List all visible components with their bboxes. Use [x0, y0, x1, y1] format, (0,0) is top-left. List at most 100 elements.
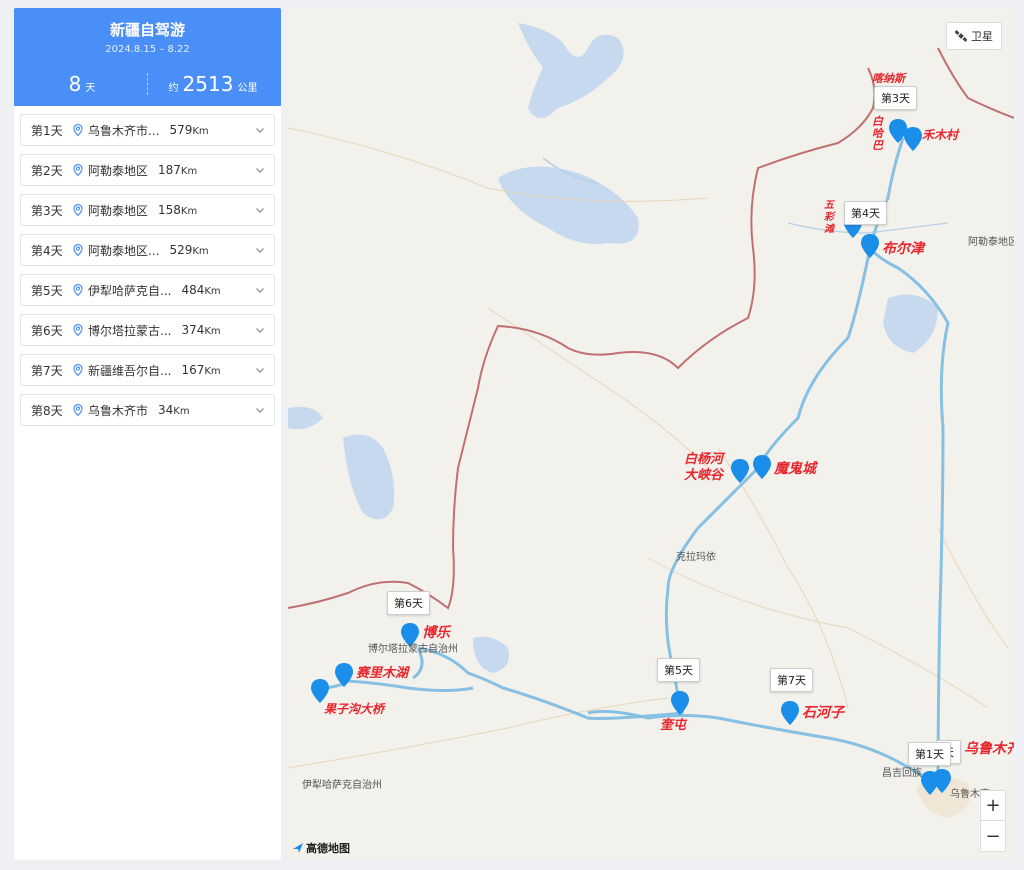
- day-place: 阿勒泰地区: [88, 203, 149, 218]
- day-item-1[interactable]: 第1天 乌鲁木齐市... 579Km: [20, 114, 275, 146]
- chevron-down-icon[interactable]: [254, 404, 266, 416]
- day-place: 乌鲁木齐市: [88, 403, 149, 418]
- day-tag-6[interactable]: 第6天: [387, 591, 430, 615]
- map-pin-urumqi-2[interactable]: [932, 768, 952, 794]
- hand-baihaba: 白哈巴: [872, 115, 883, 152]
- day-distance: 158Km: [158, 203, 197, 217]
- chevron-down-icon[interactable]: [254, 364, 266, 376]
- zoom-in-button[interactable]: +: [981, 791, 1005, 821]
- day-number: 第8天: [31, 403, 63, 418]
- lake-east: [883, 294, 938, 353]
- trip-distance-stat: 约 2513 公里: [148, 72, 278, 96]
- day-tag-3[interactable]: 第3天: [874, 86, 917, 110]
- day-tag-5[interactable]: 第5天: [657, 658, 700, 682]
- hand-guozigou: 果子沟大桥: [324, 702, 385, 716]
- day-distance: 34Km: [158, 403, 190, 417]
- hand-urumqi: 乌鲁木齐: [964, 741, 1014, 757]
- day-distance: 484Km: [181, 283, 220, 297]
- trip-days-unit: 天: [85, 83, 96, 94]
- hand-ghostcity: 魔鬼城: [774, 461, 816, 477]
- trip-distance-prefix: 约: [168, 83, 179, 94]
- location-pin-icon: [73, 163, 83, 177]
- day-distance: 187Km: [158, 163, 197, 177]
- trip-distance-unit: 公里: [237, 83, 258, 94]
- day-place: 伊犁哈萨克自...: [88, 283, 172, 298]
- location-pin-icon: [73, 123, 83, 137]
- app-root: 新疆自驾游 2024.8.15 – 8.22 8 天 约 2513 公里 第1天…: [0, 0, 1024, 870]
- map-pin-shihezi[interactable]: [780, 700, 800, 726]
- day-distance-unit: Km: [180, 166, 198, 177]
- day-distance-unit: Km: [204, 366, 221, 377]
- day-item-8[interactable]: 第8天 乌鲁木齐市 34Km: [20, 394, 275, 426]
- day-tag-1[interactable]: 第1天: [908, 742, 951, 766]
- satellite-toggle-button[interactable]: 卫星: [946, 22, 1002, 50]
- hand-hemu: 禾木村: [922, 128, 959, 142]
- day-distance-unit: Km: [173, 406, 190, 417]
- location-pin-icon: [73, 243, 83, 257]
- trip-days-stat: 8 天: [17, 72, 147, 96]
- day-number: 第4天: [31, 243, 63, 258]
- trip-days-number: 8: [68, 72, 82, 96]
- day-distance-unit: Km: [192, 126, 209, 137]
- day-distance-value: 529: [169, 243, 193, 257]
- map-pin-ghostcity[interactable]: [752, 454, 772, 480]
- place-label-bortala: 博尔塔拉蒙古自治州: [368, 644, 458, 655]
- day-item-4[interactable]: 第4天 阿勒泰地区... 529Km: [20, 234, 275, 266]
- trip-stats: 8 天 约 2513 公里: [14, 69, 281, 99]
- day-place: 新疆维吾尔自...: [88, 363, 172, 378]
- day-distance-value: 187: [158, 163, 181, 177]
- lake-ulungur: [498, 166, 639, 244]
- day-distance-value: 34: [158, 403, 174, 417]
- day-number: 第6天: [31, 323, 63, 338]
- location-pin-icon: [73, 283, 83, 297]
- day-list: 第1天 乌鲁木齐市... 579Km 第2天 阿勒泰地区 187Km 第3天 阿勒泰地区 158…: [14, 106, 281, 426]
- day-item-5[interactable]: 第5天 伊犁哈萨克自... 484Km: [20, 274, 275, 306]
- zoom-controls: + −: [980, 790, 1006, 852]
- location-pin-icon: [73, 363, 83, 377]
- amap-logo-text: 高德地图: [306, 842, 350, 855]
- map-pin-sayram[interactable]: [334, 662, 354, 688]
- hand-baiyanghe: 白杨河大峡谷: [684, 452, 724, 483]
- chevron-down-icon[interactable]: [254, 164, 266, 176]
- chevron-down-icon[interactable]: [254, 324, 266, 336]
- map-pin-burqin[interactable]: [860, 233, 880, 259]
- chevron-down-icon[interactable]: [254, 204, 266, 216]
- chevron-down-icon[interactable]: [254, 124, 266, 136]
- day-distance-unit: Km: [192, 246, 209, 257]
- day-item-6[interactable]: 第6天 博尔塔拉蒙古... 374Km: [20, 314, 275, 346]
- place-label-changji: 昌吉回族: [882, 768, 922, 779]
- day-number: 第2天: [31, 163, 63, 178]
- location-pin-icon: [73, 203, 83, 217]
- day-item-7[interactable]: 第7天 新疆维吾尔自... 167Km: [20, 354, 275, 386]
- hand-wucaitan: 五彩滩: [824, 200, 834, 235]
- hand-sayram: 赛里木湖: [356, 666, 409, 681]
- day-item-3[interactable]: 第3天 阿勒泰地区 158Km: [20, 194, 275, 226]
- day-distance: 579Km: [169, 123, 208, 137]
- map-pin-kuitun[interactable]: [670, 690, 690, 716]
- day-distance-value: 484: [181, 283, 205, 297]
- amap-logo-icon: [293, 843, 303, 853]
- day-number: 第5天: [31, 283, 63, 298]
- map-pin-baiyanghe[interactable]: [730, 458, 750, 484]
- day-tag-4[interactable]: 第4天: [844, 201, 887, 225]
- satellite-label: 卫星: [971, 30, 993, 43]
- map-pin-hemu[interactable]: [903, 126, 923, 152]
- day-item-2[interactable]: 第2天 阿勒泰地区 187Km: [20, 154, 275, 186]
- zoom-out-button[interactable]: −: [981, 821, 1005, 851]
- chevron-down-icon[interactable]: [254, 244, 266, 256]
- day-place: 阿勒泰地区...: [88, 243, 160, 258]
- satellite-icon: [955, 30, 967, 42]
- route-map[interactable]: 第3天 第4天 第6天 第5天 第7天 天 第1天 阿勒泰地区 克拉玛依 博尔塔…: [288, 8, 1014, 860]
- trip-header: 新疆自驾游 2024.8.15 – 8.22 8 天 约 2513 公里: [14, 8, 281, 106]
- trip-dates: 2024.8.15 – 8.22: [105, 44, 190, 55]
- day-number: 第1天: [31, 123, 63, 138]
- day-distance-unit: Km: [204, 326, 221, 337]
- day-tag-7[interactable]: 第7天: [770, 668, 813, 692]
- day-distance: 374Km: [181, 323, 220, 337]
- day-place: 阿勒泰地区: [88, 163, 149, 178]
- day-distance-unit: Km: [180, 206, 198, 217]
- lake-ebinur: [473, 636, 509, 673]
- day-distance-value: 167: [181, 363, 205, 377]
- day-number: 第3天: [31, 203, 63, 218]
- chevron-down-icon[interactable]: [254, 284, 266, 296]
